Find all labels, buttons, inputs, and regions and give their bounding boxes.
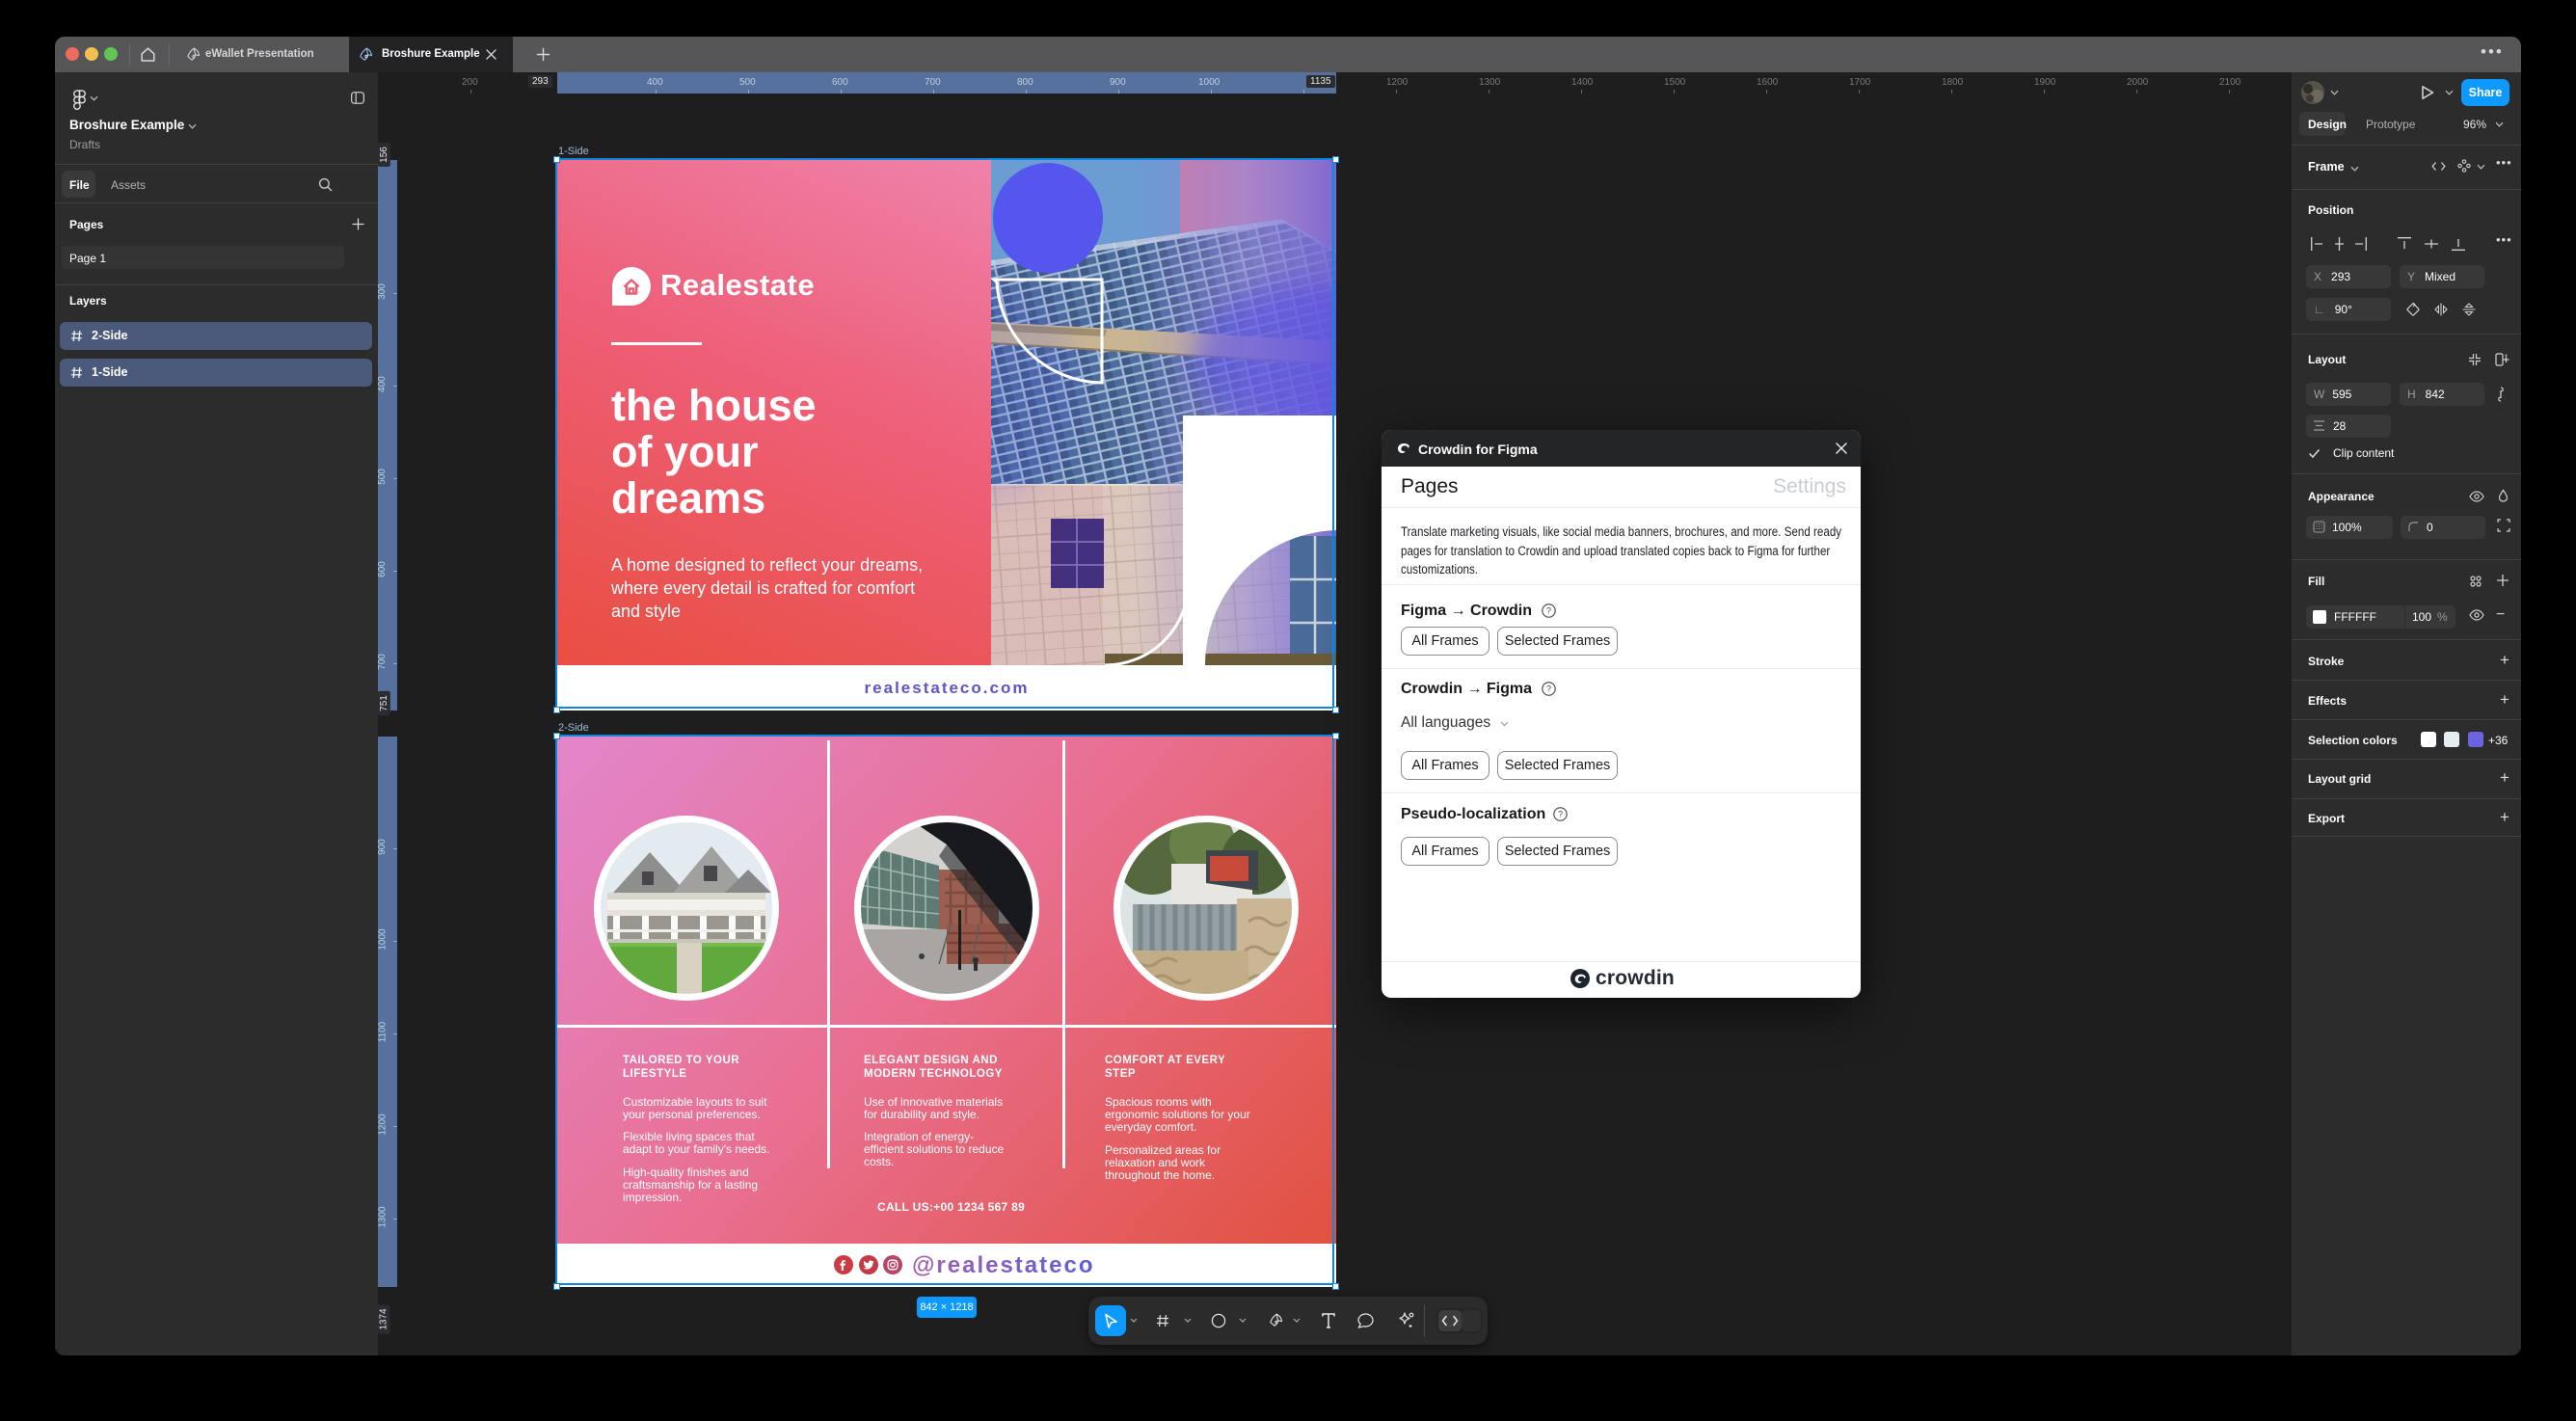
svg-text:?: ? — [1546, 684, 1551, 694]
svg-text:?: ? — [1558, 810, 1563, 819]
svg-text:?: ? — [1546, 606, 1551, 616]
